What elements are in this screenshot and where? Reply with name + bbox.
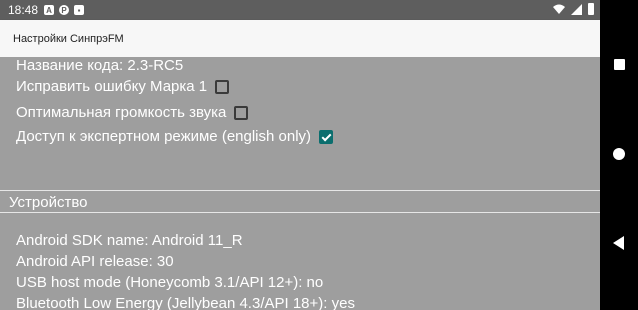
recents-square-icon[interactable]	[614, 59, 625, 70]
screen: 18:48 A P ▪ Настройки СинпрэFM Название …	[0, 0, 638, 310]
settings-content[interactable]: Название кода: 2.3-RC5 Исправить ошибку …	[0, 57, 600, 310]
status-bar: 18:48 A P ▪	[0, 0, 600, 20]
notification-icons: A P ▪	[44, 5, 85, 15]
status-time: 18:48	[8, 3, 39, 17]
ble-label: Bluetooth Low Energy (Jellybean 4.3/API …	[16, 295, 355, 310]
notification-a-icon: A	[44, 5, 55, 15]
expert-mode-checkbox[interactable]	[319, 130, 334, 144]
section-divider-bottom	[0, 212, 600, 213]
usb-host-text: USB host mode (Honeycomb 3.1/API 12+): n…	[16, 274, 323, 292]
code-name-text: Название кода: 2.3-RC5	[16, 57, 183, 75]
section-divider-top	[0, 190, 600, 191]
battery-icon	[588, 3, 594, 15]
sdk-name-text: Android SDK name: Android 11_R	[16, 232, 243, 250]
code-name-label: Название кода: 2.3-RC5	[16, 57, 184, 74]
notification-p-icon: P	[59, 5, 70, 15]
notification-file-icon: ▪	[74, 5, 85, 15]
optimal-volume-row[interactable]: Оптимальная громкость звука	[16, 104, 249, 122]
optimal-volume-checkbox[interactable]	[234, 106, 249, 120]
api-release-label: Android API release: 30	[16, 253, 174, 270]
optimal-volume-label: Оптимальная громкость звука	[16, 104, 227, 121]
sdk-name-label: Android SDK name: Android 11_R	[16, 232, 243, 249]
back-triangle-icon[interactable]	[613, 236, 624, 250]
signal-icon	[571, 3, 582, 15]
app-bar: Настройки СинпрэFM	[0, 20, 600, 57]
api-release-text: Android API release: 30	[16, 253, 174, 271]
device-section-header: Устройство	[9, 194, 88, 211]
system-icons	[553, 3, 594, 15]
expert-mode-label: Доступ к экспертном режиме (english only…	[16, 128, 312, 145]
expert-mode-row[interactable]: Доступ к экспертном режиме (english only…	[16, 128, 334, 146]
fix-mark1-label: Исправить ошибку Марка 1	[16, 78, 208, 95]
fix-mark1-checkbox[interactable]	[215, 80, 230, 94]
fix-mark1-row[interactable]: Исправить ошибку Марка 1	[16, 78, 230, 96]
home-circle-icon[interactable]	[613, 148, 625, 160]
navigation-bar	[600, 0, 638, 310]
app-title: Настройки СинпрэFM	[13, 32, 124, 45]
wifi-icon	[553, 4, 565, 14]
ble-text: Bluetooth Low Energy (Jellybean 4.3/API …	[16, 295, 355, 310]
usb-host-label: USB host mode (Honeycomb 3.1/API 12+): n…	[16, 274, 324, 291]
